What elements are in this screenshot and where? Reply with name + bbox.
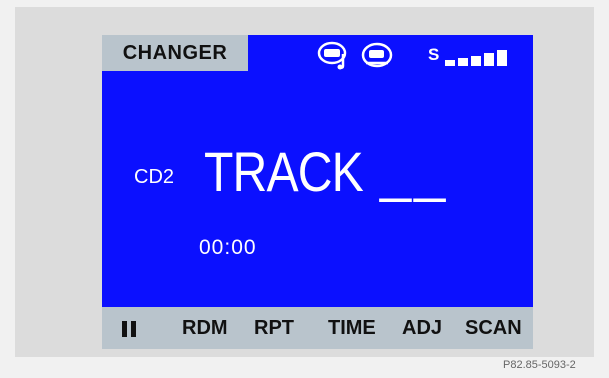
mode-label: CHANGER <box>102 35 248 71</box>
softkey-bar: RDM RPT TIME ADJ SCAN <box>102 307 533 349</box>
track-number: __ <box>380 140 449 203</box>
signal-bar <box>484 53 495 66</box>
status-icons <box>316 38 394 72</box>
signal-bar <box>497 50 508 66</box>
source-label: CD2 <box>134 166 175 188</box>
track-label: TRACK <box>204 140 364 203</box>
signal-bar <box>471 56 482 66</box>
signal-bar <box>458 58 469 66</box>
signal-strength-indicator: S <box>428 42 508 66</box>
pause-icon <box>122 321 136 337</box>
cd-icon <box>360 40 394 70</box>
rdm-button[interactable]: RDM <box>182 307 228 349</box>
signal-label: S <box>428 45 440 64</box>
pause-button[interactable] <box>102 307 162 349</box>
elapsed-time: 00:00 <box>199 236 257 259</box>
signal-bar <box>445 60 456 66</box>
time-button[interactable]: TIME <box>328 307 376 349</box>
scan-button[interactable]: SCAN <box>465 307 522 349</box>
adj-button[interactable]: ADJ <box>402 307 442 349</box>
figure-reference: P82.85-5093-2 <box>503 359 576 371</box>
tape-icon <box>316 40 354 70</box>
rpt-button[interactable]: RPT <box>254 307 294 349</box>
